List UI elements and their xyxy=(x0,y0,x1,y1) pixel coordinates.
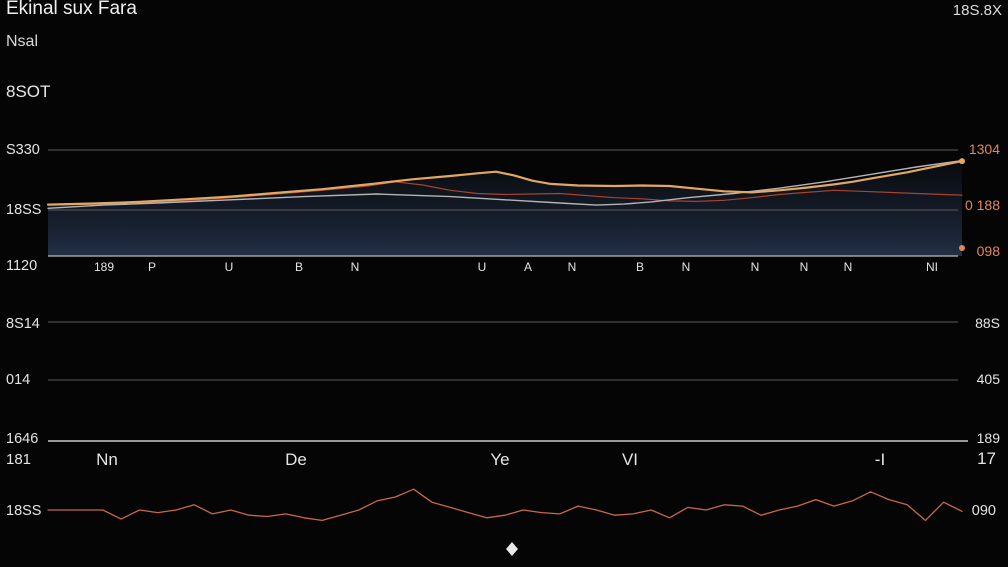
x-tick-label: Nn xyxy=(96,450,118,469)
x-tick-label: Ye xyxy=(490,450,509,469)
inner-tick-label: U xyxy=(478,260,487,274)
y-tick-label-left: 1646 xyxy=(6,431,38,447)
inner-tick-label: B xyxy=(636,260,644,274)
inner-tick-label: P xyxy=(148,260,156,274)
inner-tick-label: N xyxy=(351,260,360,274)
x-tick-label: -I xyxy=(875,450,885,469)
inner-tick-label: NI xyxy=(926,260,938,274)
y-tick-label-right: 88S xyxy=(975,315,1000,331)
inner-tick-label: 189 xyxy=(94,260,114,274)
y-tick-label-right: 189 xyxy=(977,430,1001,446)
y-tick-label-left: 18SS xyxy=(6,202,41,218)
y-tick-label-right: 098 xyxy=(977,243,1001,259)
y-tick-label-right: 0 188 xyxy=(965,197,1000,213)
y-tick-label-left: 8S14 xyxy=(6,316,40,332)
y-tick-label-right: 405 xyxy=(977,371,1001,387)
x-tick-label: De xyxy=(285,450,307,469)
lower-left-label: 18SS xyxy=(6,503,41,519)
y-tick-label-right: 1304 xyxy=(969,141,1000,157)
x-axis-right-label: 17 xyxy=(977,449,996,468)
red-end-marker xyxy=(959,245,965,251)
lower-right-label: 090 xyxy=(972,503,996,519)
inner-tick-label: U xyxy=(225,260,234,274)
band-area xyxy=(48,161,962,256)
inner-tick-label: N xyxy=(751,260,760,274)
x-axis-left-label: 181 xyxy=(6,451,31,468)
y-tick-label-left: 1120 xyxy=(6,258,37,274)
inner-tick-label: N xyxy=(682,260,691,274)
gold-end-marker xyxy=(959,158,965,165)
series-line-lower xyxy=(47,488,963,522)
inner-tick-label: A xyxy=(524,260,532,274)
x-tick-label: VI xyxy=(622,450,638,469)
inner-tick-label: B xyxy=(295,260,303,274)
inner-tick-label: N xyxy=(568,260,577,274)
inner-tick-label: N xyxy=(844,260,853,274)
y-tick-label-left: S330 xyxy=(6,142,40,158)
diamond-marker xyxy=(506,542,518,556)
inner-tick-label: N xyxy=(800,260,809,274)
y-tick-label-left: 014 xyxy=(6,372,30,388)
shaded-band xyxy=(48,161,962,256)
line-chart: S330 18SS 1120 8S14 014 1646 1304 0 188 098 88S 40… xyxy=(6,141,1001,556)
